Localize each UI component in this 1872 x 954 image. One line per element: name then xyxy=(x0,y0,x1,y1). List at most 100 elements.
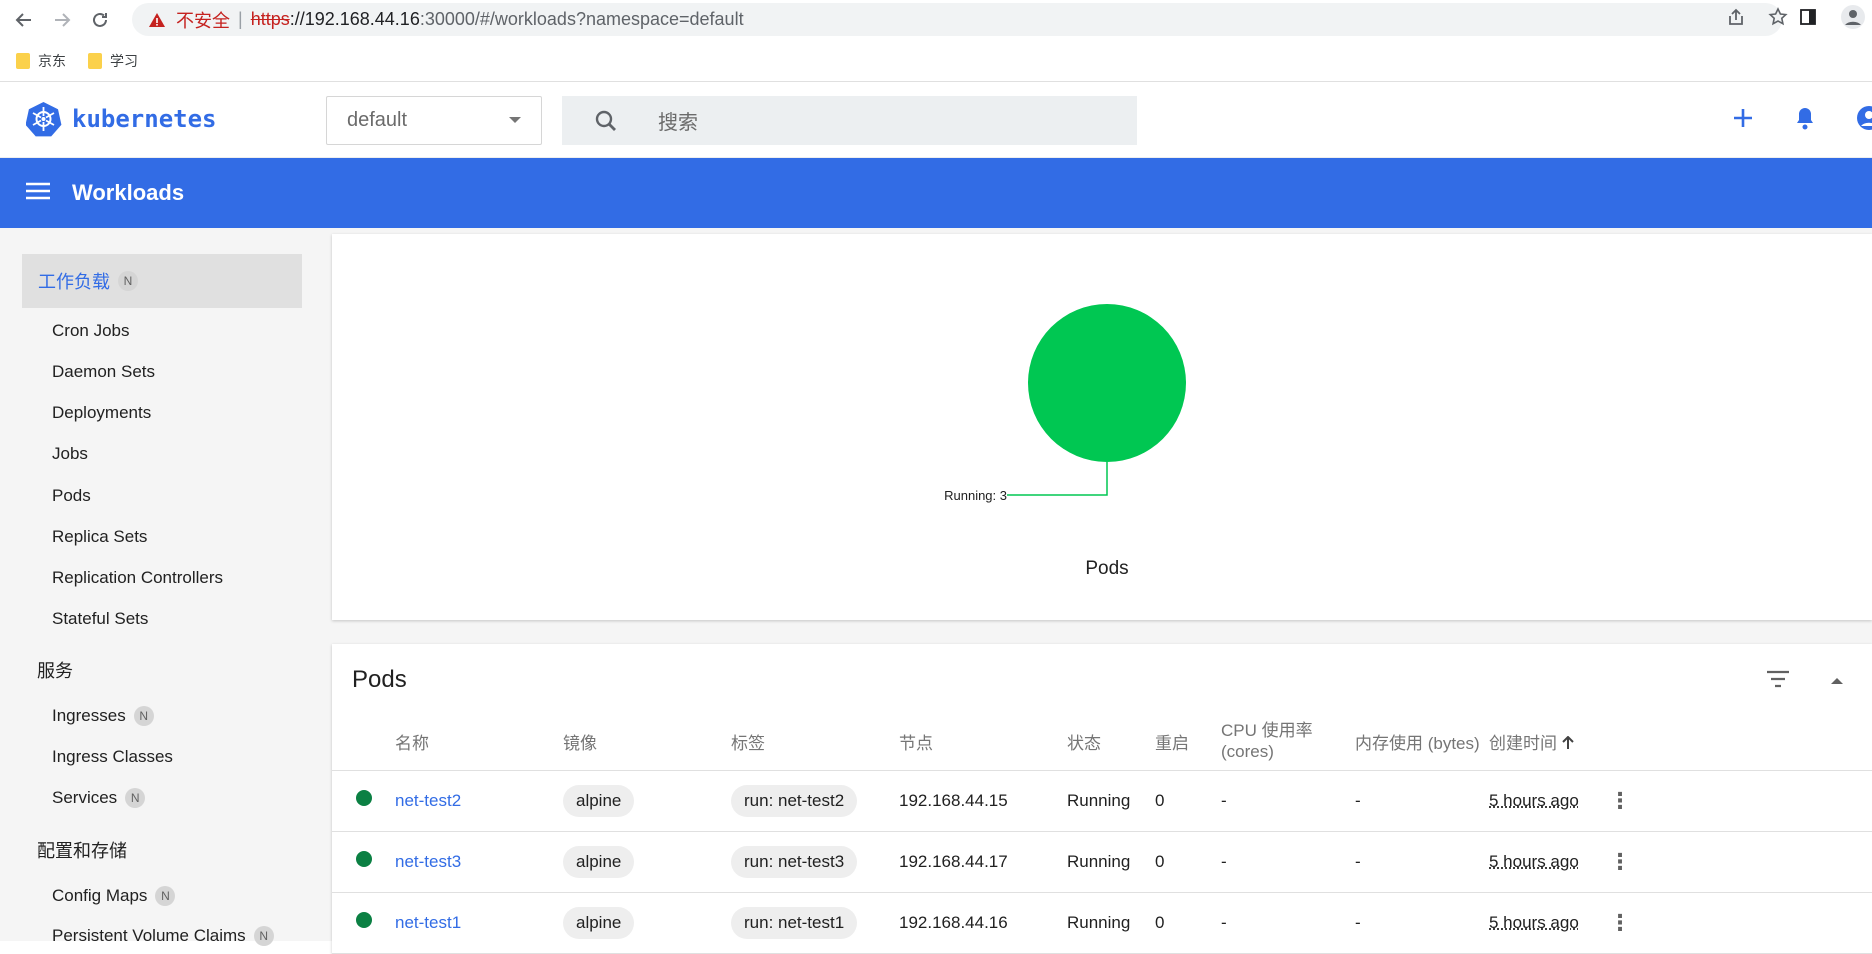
column-header-node[interactable]: 节点 xyxy=(899,714,1067,771)
namespaced-badge: N xyxy=(118,271,138,291)
column-header-image: 镜像 xyxy=(563,714,731,771)
account-icon[interactable] xyxy=(1856,105,1872,136)
sidebar-item-ingress-classes[interactable]: Ingress Classes xyxy=(52,747,173,767)
column-header-created[interactable]: 创建时间 xyxy=(1489,714,1609,771)
actions-cell: ⋮ xyxy=(1609,892,1872,954)
sidebar-item-services[interactable]: Services N xyxy=(52,788,146,808)
menu-icon[interactable] xyxy=(26,182,50,205)
table-row[interactable]: net-test2 alpine run: net-test2 192.168.44.… xyxy=(332,770,1872,832)
running-leader-line xyxy=(1007,462,1108,496)
pod-name-link[interactable]: net-test1 xyxy=(395,913,461,932)
table-row[interactable]: net-test1 alpine run: net-test1 192.168.44.… xyxy=(332,892,1872,954)
pods-status-chart: Running: 3 Pods xyxy=(944,304,1186,579)
notifications-bell-icon[interactable] xyxy=(1794,106,1816,135)
status-column-header xyxy=(332,714,395,771)
created-cell: 5 hours ago xyxy=(1489,770,1609,832)
sidebar-section-config-storage[interactable]: 配置和存储 xyxy=(37,837,127,863)
running-status-icon xyxy=(356,790,372,806)
created-time[interactable]: 5 hours ago xyxy=(1489,791,1579,810)
name-cell: net-test2 xyxy=(395,770,563,832)
sidebar-item-replication-controllers[interactable]: Replication Controllers xyxy=(52,568,223,588)
more-vert-icon[interactable]: ⋮ xyxy=(1609,849,1631,874)
status-text-cell: Running xyxy=(1067,770,1155,832)
sidebar-section-workloads[interactable]: 工作负载 N xyxy=(22,254,302,308)
pod-name-link[interactable]: net-test3 xyxy=(395,852,461,871)
image-chip: alpine xyxy=(563,845,635,878)
column-header-labels: 标签 xyxy=(731,714,899,771)
back-icon[interactable] xyxy=(10,6,38,34)
name-cell: net-test3 xyxy=(395,831,563,893)
namespaced-badge: N xyxy=(155,886,176,906)
sidebar-item-persistent-volume-claims[interactable]: Persistent Volume Claims N xyxy=(52,926,274,946)
collapse-arrow-icon[interactable] xyxy=(1830,673,1844,691)
image-cell: alpine xyxy=(563,892,731,954)
filter-icon[interactable] xyxy=(1766,670,1790,693)
forward-icon[interactable] xyxy=(48,6,76,34)
bookmark-star-icon[interactable] xyxy=(1768,7,1788,32)
url-scheme: https xyxy=(250,9,290,29)
workload-status-card: Running: 3 Pods xyxy=(332,234,1872,620)
cpu-header-line1: CPU 使用率 xyxy=(1221,721,1313,741)
column-header-status[interactable]: 状态 xyxy=(1067,714,1155,771)
bookmark-study[interactable]: 学习 xyxy=(88,51,138,71)
sidebar-item-pods[interactable]: Pods xyxy=(52,486,91,506)
side-panel-icon[interactable] xyxy=(1798,7,1818,32)
reload-icon[interactable] xyxy=(86,6,114,34)
not-secure-label: 不安全 xyxy=(176,10,230,31)
image-cell: alpine xyxy=(563,770,731,832)
cpu-cell: - xyxy=(1221,892,1355,954)
pie-slice-running[interactable] xyxy=(1028,304,1186,462)
sidebar-item-replica-sets[interactable]: Replica Sets xyxy=(52,527,147,547)
cpu-header-line2: (cores) xyxy=(1221,741,1274,761)
sidebar-item-deployments[interactable]: Deployments xyxy=(52,403,151,423)
more-vert-icon[interactable]: ⋮ xyxy=(1609,910,1631,935)
status-cell xyxy=(332,770,395,832)
app-header: kubernetes default 搜索 xyxy=(0,83,1872,158)
column-header-restarts[interactable]: 重启 xyxy=(1155,714,1221,771)
folder-icon xyxy=(88,52,102,69)
status-cell xyxy=(332,892,395,954)
chart-title: Pods xyxy=(1085,558,1128,579)
label-chip: run: net-test2 xyxy=(731,784,858,817)
bookmark-jd[interactable]: 京东 xyxy=(16,51,66,71)
node-cell: 192.168.44.16 xyxy=(899,892,1067,954)
share-icon[interactable] xyxy=(1726,7,1746,32)
url-host: ://192.168.44.16 xyxy=(289,9,420,29)
url-path: :30000/#/workloads?namespace=default xyxy=(419,9,744,29)
search-icon xyxy=(595,110,616,131)
created-time[interactable]: 5 hours ago xyxy=(1489,913,1579,932)
folder-icon xyxy=(16,52,30,69)
created-header-label: 创建时间 xyxy=(1489,734,1557,754)
created-time[interactable]: 5 hours ago xyxy=(1489,852,1579,871)
create-plus-icon[interactable] xyxy=(1732,107,1754,134)
pods-card-title: Pods xyxy=(352,666,407,693)
column-header-name[interactable]: 名称 xyxy=(395,714,563,771)
sidebar-section-services[interactable]: 服务 xyxy=(37,657,73,683)
sidebar-item-label: Ingresses xyxy=(52,706,126,725)
image-cell: alpine xyxy=(563,831,731,893)
kubernetes-logo[interactable]: kubernetes xyxy=(26,101,217,137)
running-status-icon xyxy=(356,912,372,928)
sidebar-item-stateful-sets[interactable]: Stateful Sets xyxy=(52,609,148,629)
address-bar[interactable]: 不安全 | https://192.168.44.16:30000/#/work… xyxy=(132,3,1782,36)
sidebar-item-cron-jobs[interactable]: Cron Jobs xyxy=(52,321,129,341)
search-input[interactable]: 搜索 xyxy=(562,96,1137,145)
actions-cell: ⋮ xyxy=(1609,831,1872,893)
created-cell: 5 hours ago xyxy=(1489,892,1609,954)
cpu-cell: - xyxy=(1221,831,1355,893)
sidebar-item-config-maps[interactable]: Config Maps N xyxy=(52,886,176,906)
column-header-memory: 内存使用 (bytes) xyxy=(1355,714,1489,771)
memory-cell: - xyxy=(1355,770,1489,832)
more-vert-icon[interactable]: ⋮ xyxy=(1609,788,1631,813)
namespace-value: default xyxy=(347,109,408,131)
warning-icon xyxy=(149,12,165,27)
table-row[interactable]: net-test3 alpine run: net-test3 192.168.44.… xyxy=(332,831,1872,893)
sidebar-item-jobs[interactable]: Jobs xyxy=(52,444,88,464)
sidebar-item-daemon-sets[interactable]: Daemon Sets xyxy=(52,362,155,382)
sidebar-item-ingresses[interactable]: Ingresses N xyxy=(52,706,154,726)
browser-toolbar: 不安全 | https://192.168.44.16:30000/#/work… xyxy=(0,0,1872,40)
actions-column-header xyxy=(1609,714,1872,771)
pod-name-link[interactable]: net-test2 xyxy=(395,791,461,810)
namespace-select[interactable]: default xyxy=(326,96,542,145)
profile-icon[interactable] xyxy=(1840,4,1866,35)
